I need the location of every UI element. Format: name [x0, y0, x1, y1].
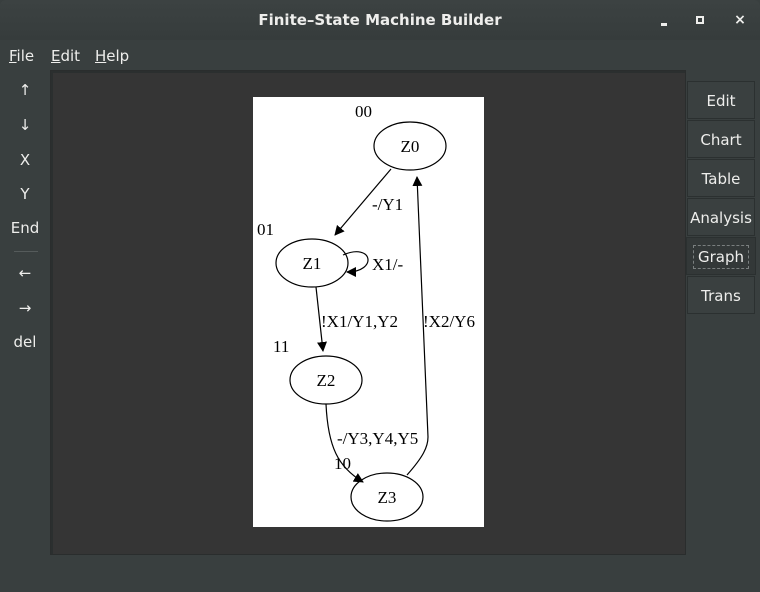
edge-z0-z1-label: -/Y1	[372, 195, 403, 214]
tab-graph-label: Graph	[693, 245, 749, 269]
tab-analysis-label: Analysis	[690, 209, 752, 227]
state-z1-name: Z1	[303, 254, 322, 273]
tab-trans[interactable]: Trans	[687, 276, 755, 314]
menu-help[interactable]: Help	[95, 47, 129, 65]
edge-z1-z1-label: X1/-	[372, 255, 404, 274]
state-z2-code: 11	[273, 337, 289, 356]
window-title: Finite–State Machine Builder	[258, 11, 502, 29]
tab-trans-label: Trans	[701, 287, 741, 305]
state-z3-code: 10	[334, 454, 351, 473]
menu-help-label: elp	[106, 47, 130, 65]
edge-z2-z3-label: -/Y3,Y4,Y5	[337, 429, 418, 448]
menu-bar: File Edit Help	[0, 44, 760, 68]
tab-table-label: Table	[701, 170, 741, 188]
tab-analysis[interactable]: Analysis	[687, 198, 755, 236]
tab-chart[interactable]: Chart	[687, 120, 755, 158]
arrow-right-icon[interactable]: →	[0, 299, 50, 317]
close-button[interactable]: ×	[730, 10, 750, 30]
delete-button[interactable]: del	[0, 333, 50, 351]
y-button[interactable]: Y	[0, 185, 50, 203]
toolbar-separator	[14, 251, 38, 252]
tab-graph[interactable]: Graph	[686, 237, 756, 275]
x-button[interactable]: X	[0, 151, 50, 169]
menu-file-mnemonic: F	[9, 47, 17, 65]
menu-help-mnemonic: H	[95, 47, 107, 65]
state-z3-name: Z3	[378, 488, 397, 507]
maximize-button[interactable]	[690, 10, 710, 30]
arrow-down-icon[interactable]: ↓	[0, 116, 50, 134]
arrow-up-icon[interactable]: ↑	[0, 81, 50, 99]
minimize-button[interactable]	[655, 10, 675, 30]
end-button[interactable]: End	[0, 219, 50, 237]
state-graph-svg: Z0 Z1 Z2 Z3 00 01 11 10 -/Y1 X1/- !X1/Y1…	[257, 102, 475, 522]
menu-file-label: ile	[16, 47, 35, 65]
arrow-left-icon[interactable]: ←	[0, 264, 50, 282]
edge-z1-z2-label: !X1/Y1,Y2	[321, 312, 398, 331]
title-bar: Finite–State Machine Builder ×	[0, 0, 760, 40]
tab-chart-label: Chart	[700, 131, 742, 149]
state-graph: Z0 Z1 Z2 Z3 00 01 11 10 -/Y1 X1/- !X1/Y1…	[253, 97, 484, 527]
state-z2-name: Z2	[317, 371, 336, 390]
edge-z3-z0-label: !X2/Y6	[423, 312, 475, 331]
menu-file[interactable]: File	[9, 47, 34, 65]
menu-edit-label: dit	[60, 47, 81, 65]
state-z1-code: 01	[257, 220, 274, 239]
state-z0-name: Z0	[401, 137, 420, 156]
tab-table[interactable]: Table	[687, 159, 755, 197]
tab-edit[interactable]: Edit	[687, 81, 755, 119]
menu-edit[interactable]: Edit	[51, 47, 80, 65]
state-z0-code: 00	[355, 102, 372, 121]
tab-edit-label: Edit	[706, 92, 736, 110]
